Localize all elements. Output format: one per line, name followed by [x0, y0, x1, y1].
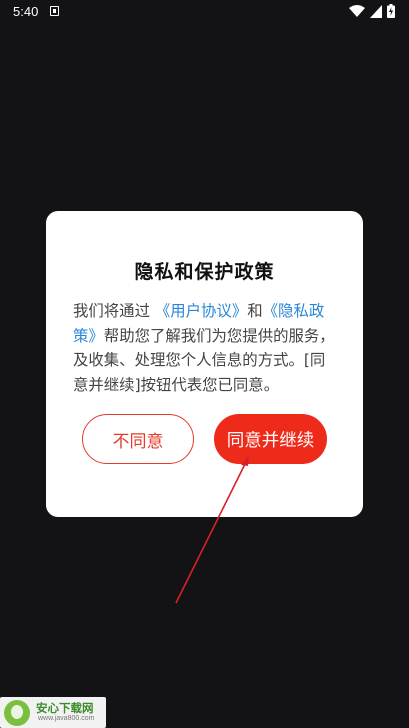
watermark-logo-icon: [4, 700, 30, 726]
watermark-url: www.java800.com: [38, 715, 95, 722]
annotation-arrow: [175, 455, 249, 604]
watermark-title: 安心下载网: [36, 701, 94, 715]
site-watermark: 安心下载网 www.java800.com: [0, 697, 106, 728]
